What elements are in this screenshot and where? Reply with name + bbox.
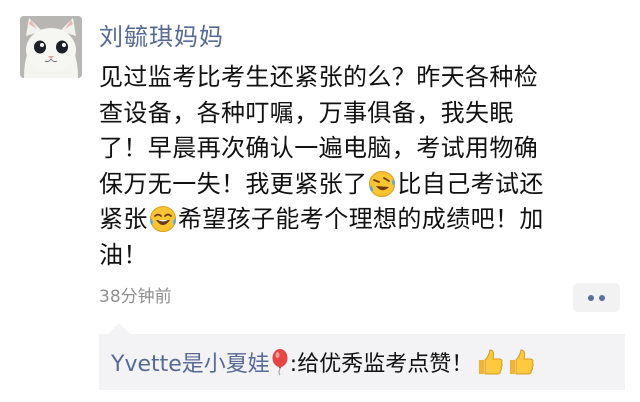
- thumbs-up-emoji-icon: [510, 349, 534, 375]
- post-timestamp: 38分钟前: [99, 287, 172, 307]
- comment-caret: [108, 323, 130, 334]
- post-line: 紧张 希望孩子能考个理想的成绩吧！加: [99, 202, 625, 238]
- commenter-name[interactable]: Yvette是小夏娃: [111, 352, 270, 377]
- post-line: 见过监考比考生还紧张的么？昨天各种检: [99, 60, 625, 96]
- post-line: 油！: [99, 238, 625, 274]
- red-balloon-emoji-icon: [272, 349, 288, 376]
- comment-box: Yvette是小夏娃 :给优秀监考点赞！: [99, 334, 625, 390]
- post-line-text: 希望孩子能考个理想的成绩吧！加: [177, 205, 544, 233]
- more-dots-icon: [588, 295, 594, 301]
- comment: Yvette是小夏娃 :给优秀监考点赞！: [111, 347, 535, 380]
- thumbs-up-emoji-icon: [479, 349, 503, 375]
- tears-of-joy-tilted-emoji-icon: [369, 170, 396, 197]
- post-line-text: 油！: [99, 240, 148, 269]
- author-name[interactable]: 刘毓琪妈妈: [99, 22, 224, 52]
- post-line-text: 查设备，各种叮嘱，万事俱备，我失眠: [99, 98, 514, 127]
- post-line: 保万无一失！我更紧张了 比自己考试还: [99, 167, 625, 203]
- avatar[interactable]: [20, 16, 82, 78]
- post-line-text: 保万无一失！我更紧张了: [99, 169, 368, 198]
- tears-of-joy-emoji-icon: [149, 206, 176, 232]
- more-actions-button[interactable]: [573, 283, 620, 312]
- post-line-text: 比自己考试还: [397, 169, 544, 198]
- post-line-text: 了！早晨再次确认一遍电脑，考试用物确: [99, 134, 539, 162]
- post-line-text: 紧张: [99, 205, 148, 233]
- post-line: 查设备，各种叮嘱，万事俱备，我失眠: [99, 96, 625, 132]
- cat-avatar-icon: [20, 16, 82, 78]
- post-body: 见过监考比考生还紧张的么？昨天各种检 查设备，各种叮嘱，万事俱备，我失眠 了！早…: [99, 60, 625, 273]
- comment-text: :给优秀监考点赞！: [289, 352, 474, 377]
- post-line: 了！早晨再次确认一遍电脑，考试用物确: [99, 131, 625, 167]
- more-dots-icon: [599, 295, 605, 301]
- post-line-text: 见过监考比考生还紧张的么？昨天各种检: [99, 63, 539, 91]
